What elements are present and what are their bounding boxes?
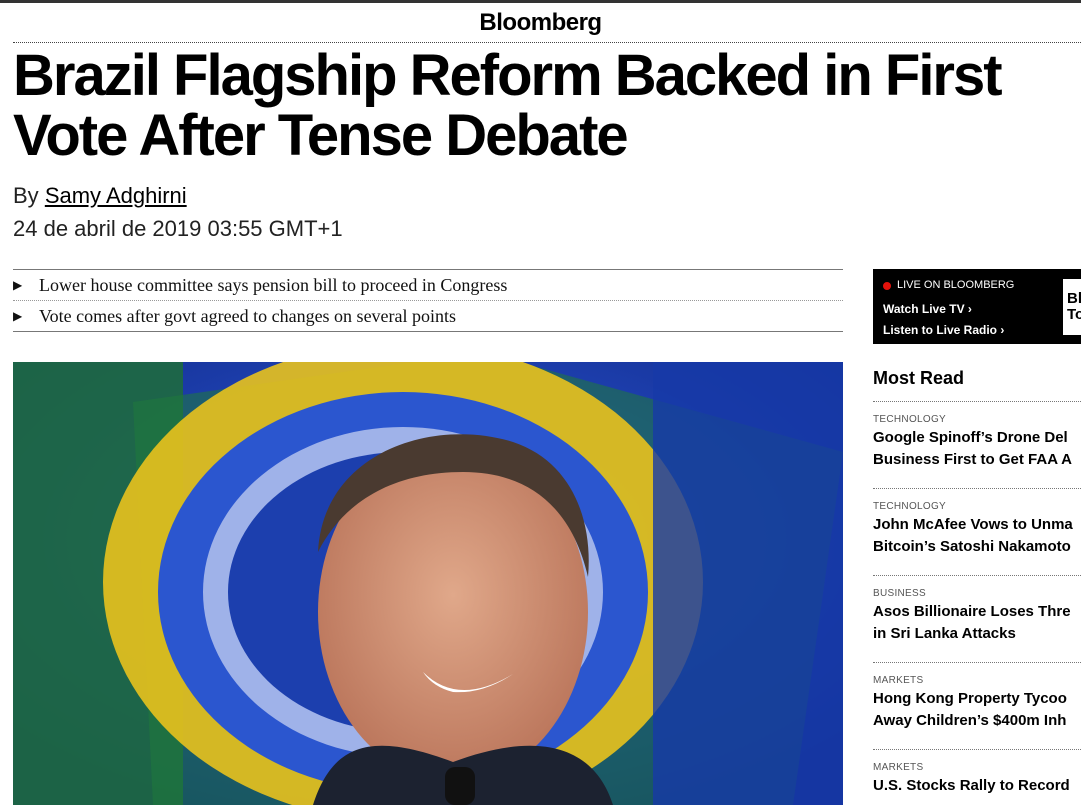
most-read-category: TECHNOLOGY [873, 414, 947, 425]
hero-photo-illustration [13, 362, 843, 805]
most-read-item[interactable]: MARKETS Hong Kong Property Tycoo Away Ch… [873, 675, 1081, 732]
most-read-item[interactable]: TECHNOLOGY Google Spinoff’s Drone Del Bu… [873, 414, 1081, 471]
most-read-title-line[interactable]: Asos Billionaire Loses Thre [873, 601, 1081, 623]
live-dot-icon [883, 282, 891, 290]
bullet-triangle-icon: ▶ [13, 278, 23, 292]
article-hero-image [13, 362, 843, 805]
listen-live-radio-link[interactable]: Listen to Live Radio › [883, 323, 1004, 337]
summary-text: Vote comes after govt agreed to changes … [39, 306, 457, 326]
most-read-title-line[interactable]: Google Spinoff’s Drone Del [873, 427, 1081, 449]
live-on-bloomberg-box: LIVE ON BLOOMBERG Watch Live TV › Listen… [873, 269, 1081, 344]
most-read-divider [873, 401, 1081, 402]
most-read-divider [873, 749, 1081, 750]
watch-live-tv-link[interactable]: Watch Live TV › [883, 302, 972, 316]
most-read-title-line[interactable]: U.S. Stocks Rally to Record [873, 775, 1081, 797]
most-read-category: MARKETS [873, 675, 924, 686]
byline: By Samy Adghirni [13, 183, 187, 209]
most-read-title-line[interactable]: Hong Kong Property Tycoo [873, 688, 1081, 710]
live-label: LIVE ON BLOOMBERG [897, 279, 1015, 291]
most-read-category: BUSINESS [873, 588, 926, 599]
most-read-item[interactable]: TECHNOLOGY John McAfee Vows to Unma Bitc… [873, 501, 1081, 558]
most-read-category: MARKETS [873, 762, 924, 773]
most-read-title-line[interactable]: Away Children’s $400m Inh [873, 710, 1081, 732]
most-read-divider [873, 662, 1081, 663]
most-read-title-line[interactable]: Bitcoin’s Satoshi Nakamoto [873, 536, 1081, 558]
author-link[interactable]: Samy Adghirni [45, 183, 187, 208]
most-read-divider [873, 575, 1081, 576]
summary-bullet: ▶ Lower house committee says pension bil… [13, 270, 843, 300]
most-read-title-line[interactable]: John McAfee Vows to Unma [873, 514, 1081, 536]
bullet-triangle-icon: ▶ [13, 309, 23, 323]
summary-bullet: ▶ Vote comes after govt agreed to change… [13, 300, 843, 331]
most-read-title-line[interactable]: in Sri Lanka Attacks [873, 623, 1081, 645]
most-read-item[interactable]: BUSINESS Asos Billionaire Loses Thre in … [873, 588, 1081, 645]
publish-date: 24 de abril de 2019 03:55 GMT+1 [13, 216, 343, 241]
byline-prefix: By [13, 183, 39, 208]
article-summary: ▶ Lower house committee says pension bil… [13, 269, 843, 332]
bloomberg-logo[interactable]: Bloomberg [0, 3, 1081, 42]
most-read-divider [873, 488, 1081, 489]
article-headline: Brazil Flagship Reform Backed in First V… [13, 43, 1003, 168]
most-read-category: TECHNOLOGY [873, 501, 947, 512]
most-read-title-line[interactable]: Business First to Get FAA A [873, 449, 1081, 471]
most-read-item[interactable]: MARKETS U.S. Stocks Rally to Record [873, 762, 1081, 797]
live-thumbnail[interactable]: Bl To [1063, 279, 1081, 335]
most-read-heading: Most Read [873, 368, 965, 388]
summary-text: Lower house committee says pension bill … [39, 275, 508, 295]
